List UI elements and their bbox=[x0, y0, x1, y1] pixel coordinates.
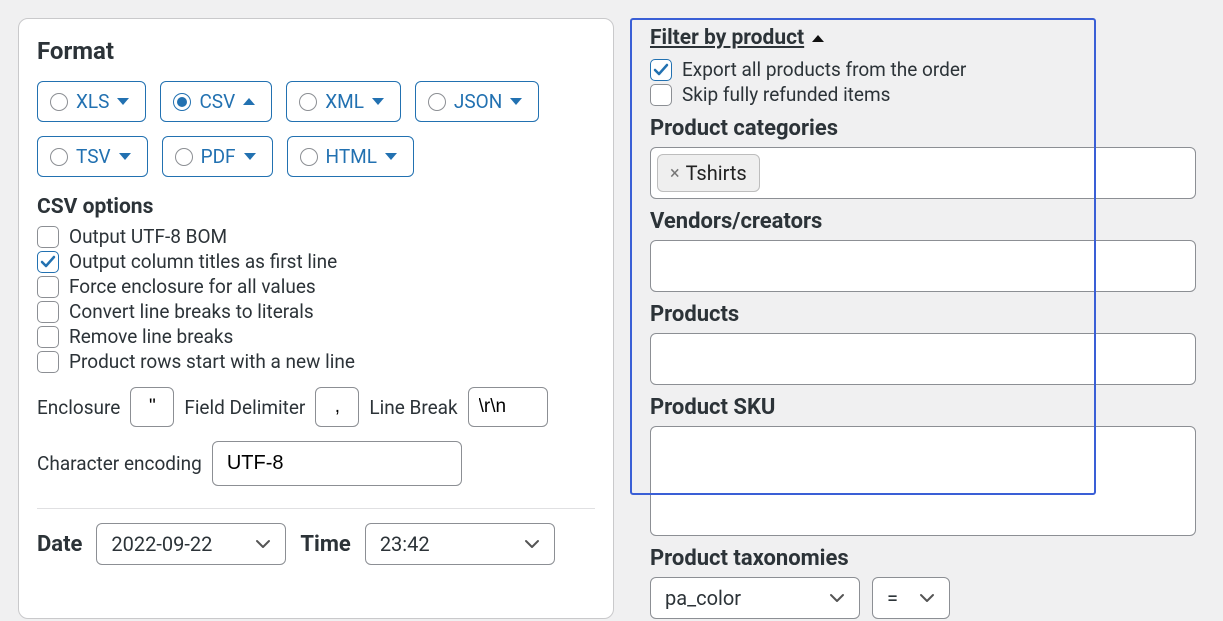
chevron-down-icon bbox=[255, 539, 271, 549]
encoding-label: Character encoding bbox=[37, 452, 202, 475]
format-option-label: XML bbox=[325, 90, 364, 113]
format-heading: Format bbox=[37, 37, 595, 65]
line-break-input[interactable] bbox=[468, 387, 548, 427]
radio-icon bbox=[428, 93, 446, 111]
format-option-label: XLS bbox=[76, 90, 109, 113]
format-option-label: JSON bbox=[454, 90, 502, 113]
format-option-label: CSV bbox=[199, 90, 235, 113]
date-value: 2022-09-22 bbox=[111, 532, 212, 556]
taxonomy-value: pa_color bbox=[665, 586, 741, 610]
caret-up-icon bbox=[243, 98, 255, 105]
checkbox-label: Product rows start with a new line bbox=[69, 350, 355, 373]
caret-up-icon bbox=[812, 35, 824, 42]
filter-panel: Filter by product Export all products fr… bbox=[636, 18, 1198, 619]
product-sku-label: Product SKU bbox=[650, 395, 1196, 420]
csv-options-heading: CSV options bbox=[37, 195, 595, 219]
taxonomy-operator-select[interactable]: = bbox=[872, 577, 950, 619]
product-sku-input[interactable] bbox=[650, 426, 1196, 536]
format-option-json[interactable]: JSON bbox=[415, 81, 539, 122]
products-input[interactable] bbox=[650, 333, 1196, 385]
checkbox-convert-line-breaks[interactable] bbox=[37, 301, 59, 323]
checkbox-label: Remove line breaks bbox=[69, 325, 233, 348]
radio-icon bbox=[50, 148, 68, 166]
caret-down-icon bbox=[372, 98, 384, 105]
chevron-down-icon bbox=[524, 539, 540, 549]
filter-by-product-toggle[interactable]: Filter by product bbox=[650, 26, 824, 50]
caret-down-icon bbox=[119, 153, 131, 160]
vendors-input[interactable] bbox=[650, 240, 1196, 292]
checkbox-product-rows-newline[interactable] bbox=[37, 351, 59, 373]
product-categories-label: Product categories bbox=[650, 116, 1196, 141]
checkbox-label: Force enclosure for all values bbox=[69, 275, 316, 298]
category-tag[interactable]: × Tshirts bbox=[657, 154, 760, 192]
caret-down-icon bbox=[244, 153, 256, 160]
checkbox-label: Export all products from the order bbox=[682, 58, 966, 81]
taxonomy-operator-value: = bbox=[887, 586, 898, 610]
checkbox-force-enclosure[interactable] bbox=[37, 276, 59, 298]
checkbox-label: Output UTF-8 BOM bbox=[69, 225, 227, 248]
enclosure-input[interactable] bbox=[130, 387, 174, 427]
format-option-label: HTML bbox=[326, 145, 377, 168]
format-option-tsv[interactable]: TSV bbox=[37, 136, 148, 177]
time-value: 23:42 bbox=[380, 532, 430, 556]
caret-down-icon bbox=[510, 98, 522, 105]
radio-icon bbox=[175, 148, 193, 166]
checkbox-skip-refunded[interactable] bbox=[650, 84, 672, 106]
caret-down-icon bbox=[117, 98, 129, 105]
time-label: Time bbox=[300, 532, 350, 557]
caret-down-icon bbox=[385, 153, 397, 160]
radio-icon bbox=[50, 93, 68, 111]
radio-icon bbox=[173, 93, 191, 111]
date-label: Date bbox=[37, 532, 82, 557]
format-option-label: PDF bbox=[201, 145, 236, 168]
time-select[interactable]: 23:42 bbox=[365, 523, 555, 565]
filter-title-text: Filter by product bbox=[650, 26, 804, 50]
checkbox-utf8-bom[interactable] bbox=[37, 226, 59, 248]
field-delimiter-label: Field Delimiter bbox=[184, 396, 305, 419]
products-label: Products bbox=[650, 302, 1196, 327]
date-select[interactable]: 2022-09-22 bbox=[96, 523, 286, 565]
format-option-html[interactable]: HTML bbox=[287, 136, 414, 177]
product-taxonomies-label: Product taxonomies bbox=[650, 546, 1196, 571]
enclosure-label: Enclosure bbox=[37, 396, 120, 419]
checkbox-remove-line-breaks[interactable] bbox=[37, 326, 59, 348]
checkbox-export-all-products[interactable] bbox=[650, 59, 672, 81]
checkbox-column-titles[interactable] bbox=[37, 251, 59, 273]
format-options: XLS CSV XML JSON TSV bbox=[37, 81, 595, 177]
vendors-label: Vendors/creators bbox=[650, 209, 1196, 234]
format-option-pdf[interactable]: PDF bbox=[162, 136, 273, 177]
separator bbox=[37, 508, 595, 509]
format-option-xml[interactable]: XML bbox=[286, 81, 401, 122]
taxonomy-select[interactable]: pa_color bbox=[650, 577, 860, 619]
encoding-input[interactable] bbox=[212, 441, 462, 486]
format-panel: Format XLS CSV XML JSON bbox=[18, 18, 614, 619]
tag-label: Tshirts bbox=[686, 161, 747, 185]
checkbox-label: Skip fully refunded items bbox=[682, 83, 890, 106]
chevron-down-icon bbox=[919, 593, 935, 603]
format-option-xls[interactable]: XLS bbox=[37, 81, 146, 122]
field-delimiter-input[interactable] bbox=[315, 387, 359, 427]
radio-icon bbox=[300, 148, 318, 166]
format-option-label: TSV bbox=[76, 145, 111, 168]
checkbox-label: Convert line breaks to literals bbox=[69, 300, 314, 323]
checkbox-label: Output column titles as first line bbox=[69, 250, 337, 273]
chevron-down-icon bbox=[829, 593, 845, 603]
format-option-csv[interactable]: CSV bbox=[160, 81, 272, 122]
remove-tag-icon[interactable]: × bbox=[670, 163, 680, 184]
product-categories-input[interactable]: × Tshirts bbox=[650, 147, 1196, 199]
radio-icon bbox=[299, 93, 317, 111]
check-icon bbox=[40, 255, 56, 269]
line-break-label: Line Break bbox=[369, 396, 457, 419]
check-icon bbox=[653, 63, 669, 77]
